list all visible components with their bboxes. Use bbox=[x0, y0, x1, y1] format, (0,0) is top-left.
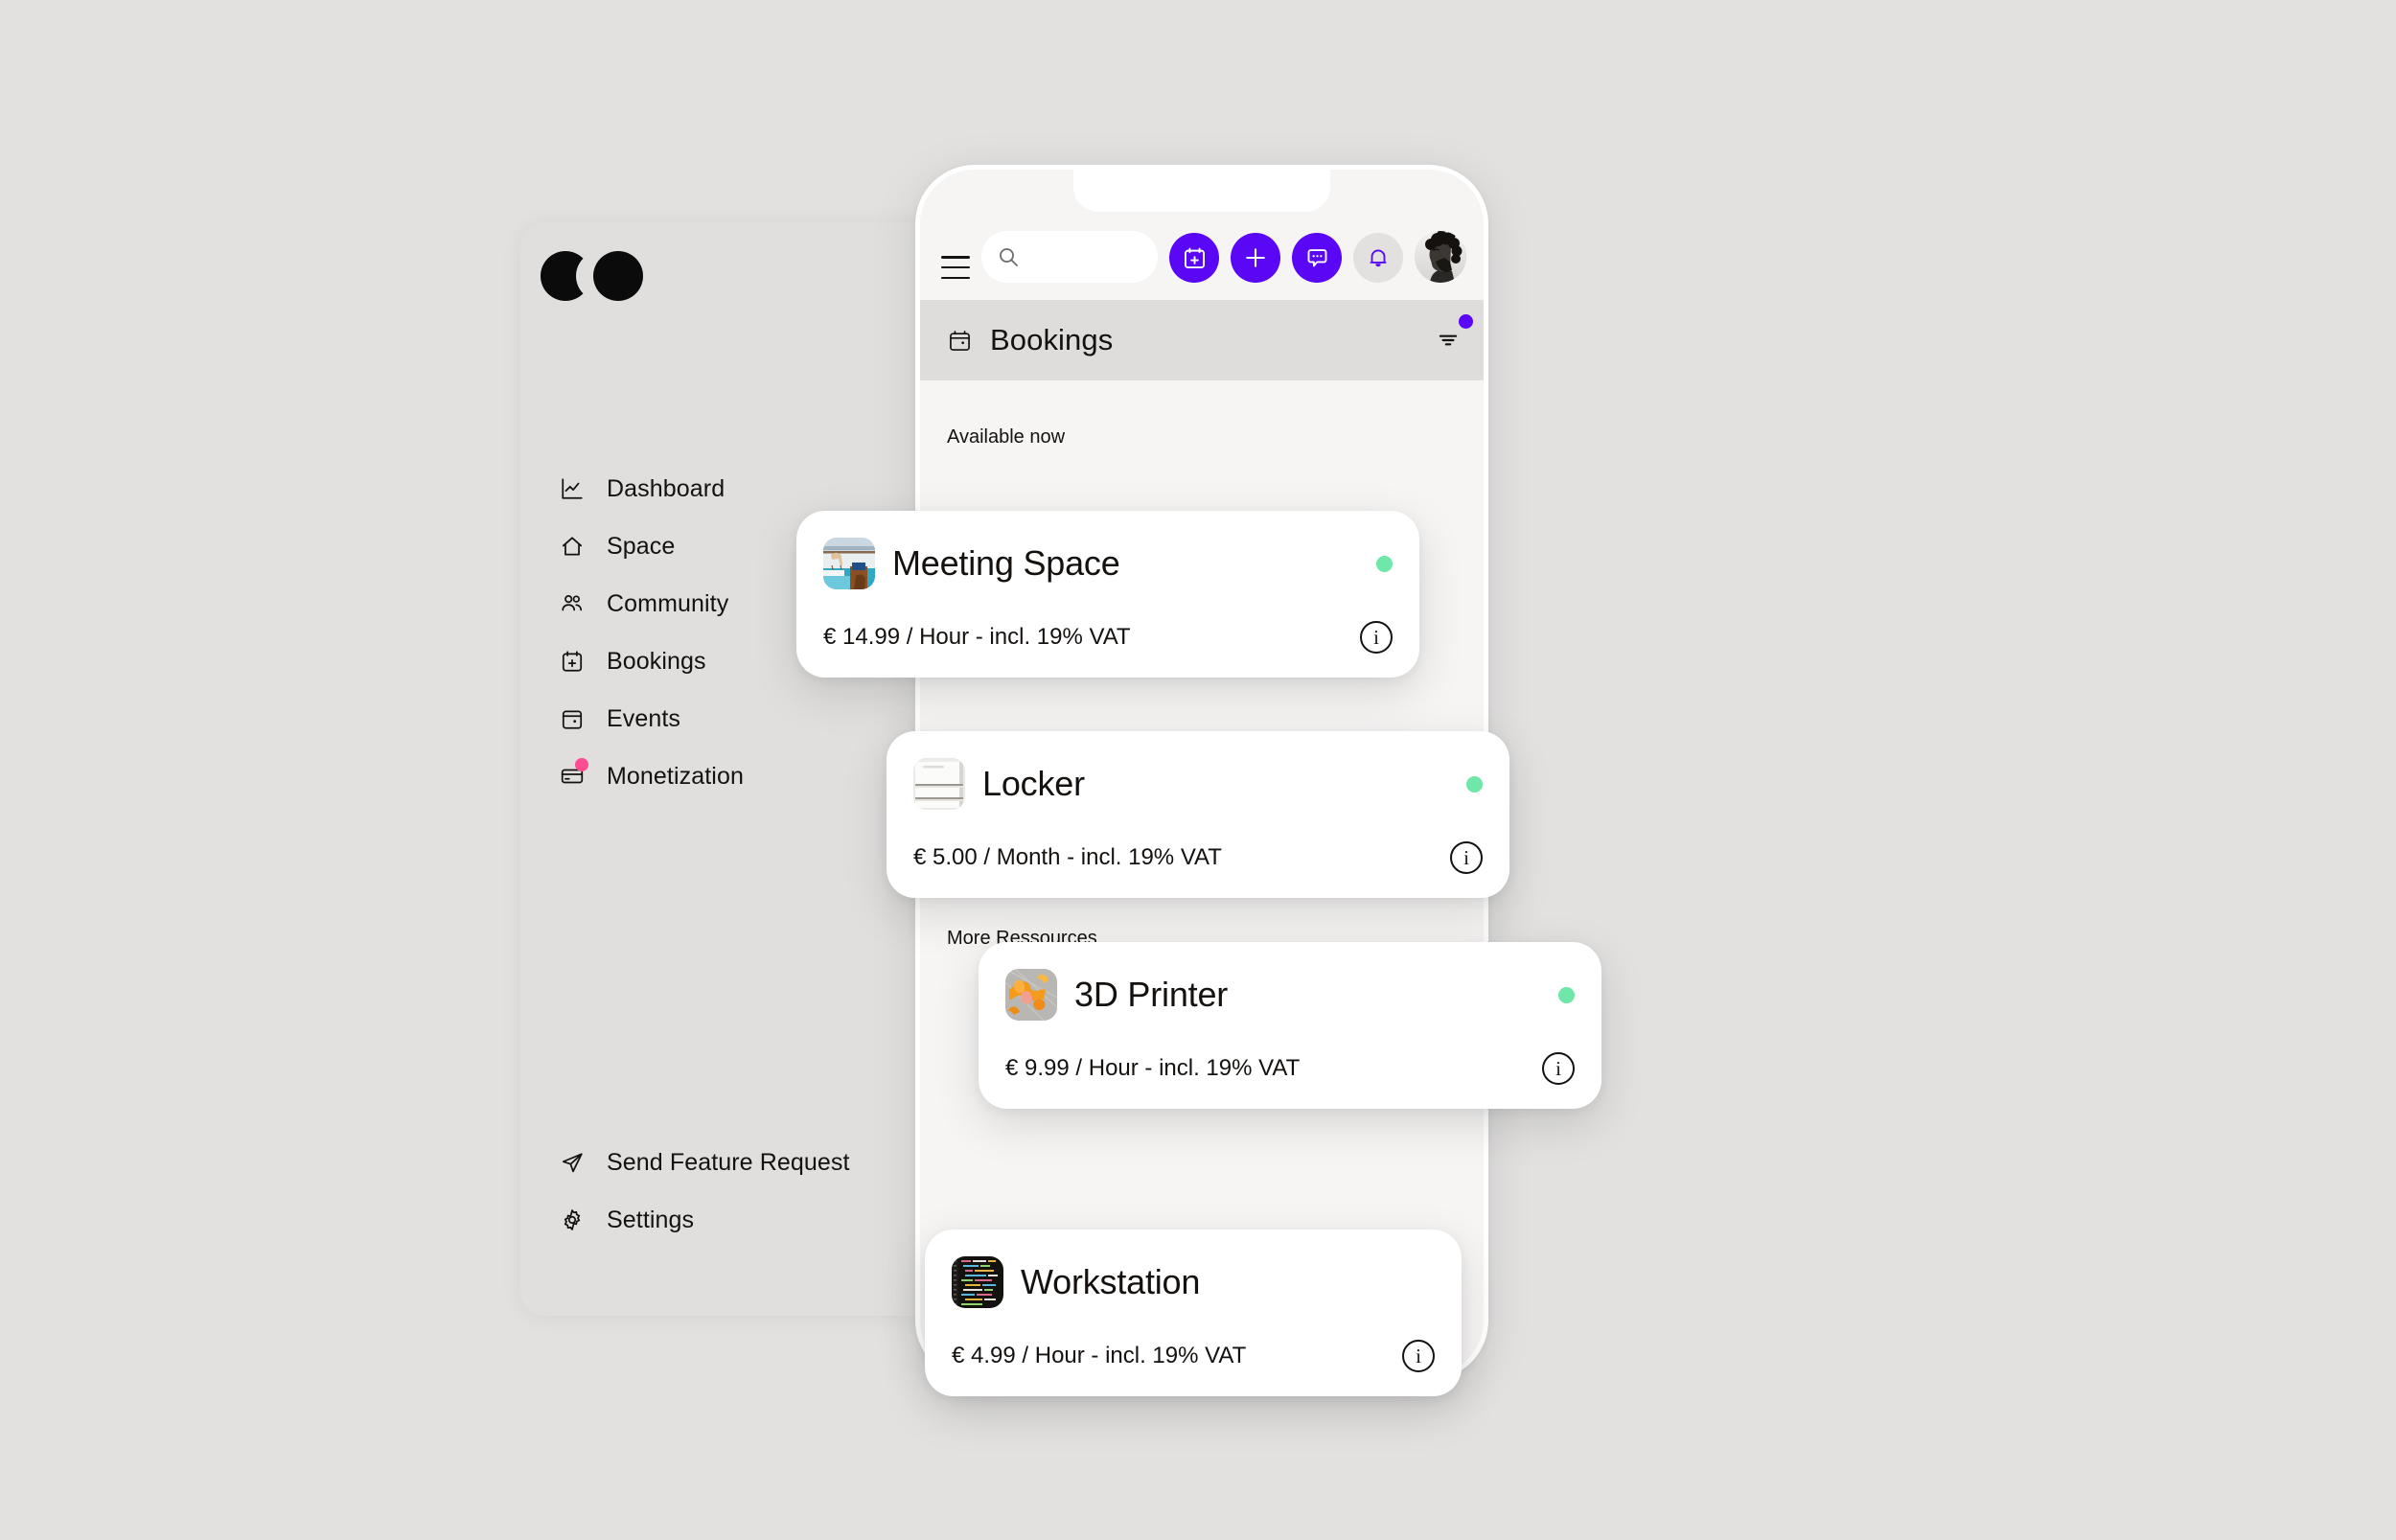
status-indicator-available bbox=[1376, 555, 1393, 572]
filter-button[interactable] bbox=[1432, 314, 1473, 356]
search-field[interactable] bbox=[981, 231, 1158, 283]
sidebar-item-label: Bookings bbox=[607, 647, 706, 675]
sidebar-item-label: Space bbox=[607, 532, 676, 560]
workstation-thumbnail bbox=[952, 1256, 1003, 1308]
messages-button[interactable] bbox=[1292, 233, 1342, 283]
calendar-plus-icon bbox=[1182, 245, 1208, 271]
resource-card-3d-printer[interactable]: 3D Printer € 9.99 / Hour - incl. 19% VAT… bbox=[979, 942, 1601, 1109]
sidebar-bottom-nav: Send Feature Request Settings bbox=[520, 1134, 980, 1249]
home-icon bbox=[559, 533, 586, 560]
info-icon[interactable]: i bbox=[1542, 1052, 1575, 1085]
search-icon bbox=[997, 245, 1020, 268]
hamburger-icon[interactable] bbox=[941, 256, 970, 279]
calendar-icon bbox=[559, 705, 586, 732]
resource-name: 3D Printer bbox=[1074, 975, 1229, 1014]
user-avatar[interactable] bbox=[1415, 231, 1466, 283]
new-booking-button[interactable] bbox=[1169, 233, 1219, 283]
bell-icon bbox=[1366, 245, 1391, 270]
brand-logo bbox=[541, 249, 648, 303]
monetization-badge-dot bbox=[575, 758, 588, 771]
resource-price: € 14.99 / Hour - incl. 19% VAT bbox=[823, 624, 1131, 650]
resource-price: € 9.99 / Hour - incl. 19% VAT bbox=[1005, 1055, 1301, 1081]
search-input[interactable] bbox=[1029, 245, 1142, 268]
locker-thumbnail bbox=[913, 758, 965, 810]
status-indicator-available bbox=[1558, 986, 1575, 1003]
info-icon[interactable]: i bbox=[1360, 621, 1393, 654]
resource-card-meeting-space[interactable]: Meeting Space € 14.99 / Hour - incl. 19%… bbox=[796, 511, 1419, 678]
notifications-button[interactable] bbox=[1353, 233, 1403, 283]
sidebar-item-label: Monetization bbox=[607, 762, 744, 790]
sidebar-item-send-feature-request[interactable]: Send Feature Request bbox=[520, 1134, 980, 1191]
sidebar-item-label: Dashboard bbox=[607, 474, 726, 502]
sidebar-item-label: Send Feature Request bbox=[607, 1148, 850, 1176]
resource-price: € 4.99 / Hour - incl. 19% VAT bbox=[952, 1343, 1247, 1368]
sidebar-item-dashboard[interactable]: Dashboard bbox=[520, 460, 980, 517]
resource-name: Locker bbox=[982, 764, 1085, 803]
printer-thumbnail bbox=[1005, 969, 1057, 1021]
chat-bubble-icon bbox=[1304, 245, 1330, 271]
sidebar-item-settings[interactable]: Settings bbox=[520, 1191, 980, 1249]
gear-icon bbox=[559, 1207, 586, 1233]
meeting-space-thumbnail bbox=[823, 538, 875, 589]
filter-badge-dot bbox=[1459, 314, 1473, 329]
plus-icon bbox=[1242, 244, 1269, 271]
resource-card-locker[interactable]: Locker € 5.00 / Month - incl. 19% VAT i bbox=[887, 731, 1509, 898]
sidebar-item-label: Settings bbox=[607, 1206, 695, 1233]
send-icon bbox=[559, 1149, 586, 1176]
users-icon bbox=[559, 590, 586, 617]
resource-name: Workstation bbox=[1021, 1262, 1201, 1301]
section-label-available-now: Available now bbox=[947, 426, 1066, 448]
bookings-header: Bookings bbox=[920, 300, 1484, 380]
resource-price: € 5.00 / Month - incl. 19% VAT bbox=[913, 844, 1222, 870]
info-icon[interactable]: i bbox=[1450, 841, 1483, 874]
chart-line-icon bbox=[559, 475, 586, 502]
sidebar-item-label: Community bbox=[607, 589, 729, 617]
status-indicator-available bbox=[1466, 775, 1483, 793]
sidebar-item-label: Events bbox=[607, 704, 681, 732]
add-button[interactable] bbox=[1231, 233, 1280, 283]
resource-card-workstation[interactable]: Workstation € 4.99 / Hour - incl. 19% VA… bbox=[925, 1230, 1462, 1396]
info-icon[interactable]: i bbox=[1402, 1340, 1435, 1372]
calendar-plus-icon bbox=[559, 648, 586, 675]
resource-name: Meeting Space bbox=[892, 543, 1120, 583]
calendar-icon bbox=[947, 328, 973, 354]
phone-notch bbox=[1073, 170, 1330, 212]
page-title: Bookings bbox=[990, 323, 1114, 356]
